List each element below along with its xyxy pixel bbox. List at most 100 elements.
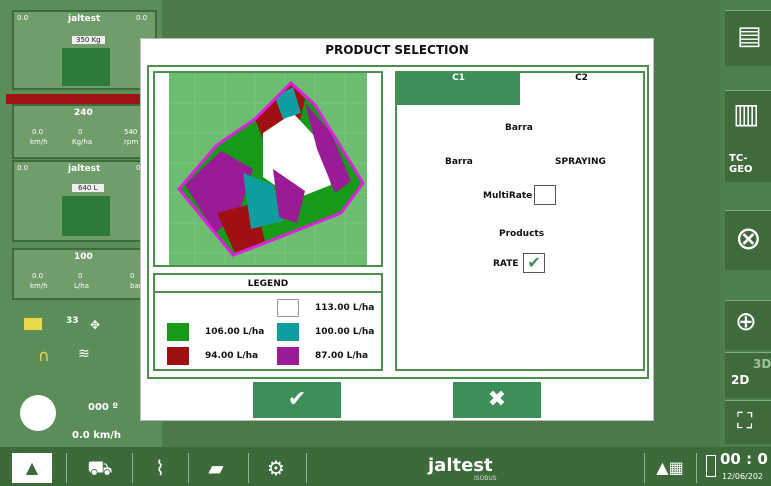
rate-label: RATE (493, 259, 519, 269)
brand-logo: jaltest (428, 455, 493, 476)
legend-swatch-green (167, 323, 189, 341)
joystick-button[interactable]: ⌇ (140, 453, 180, 483)
separator (66, 453, 67, 483)
separator (306, 453, 307, 483)
notes-button[interactable]: ▤ (725, 10, 771, 66)
legend-value: 100.00 L/ha (315, 327, 375, 337)
implement-icon: ⛟ (87, 456, 113, 480)
boom-label: Barra (445, 157, 473, 167)
rate-value: 0 (78, 272, 83, 280)
left-status-panel: 0.0 jaltest 0.0 350 Kg 240 0.0 0 540 km/… (0, 0, 162, 450)
rate-unit: Kg/ha (72, 138, 93, 146)
wifi-icon: ≋ (78, 346, 90, 362)
layout-icon: ▲▦ (656, 458, 684, 477)
rpm-value: 540 (124, 128, 138, 136)
separator (248, 453, 249, 483)
check-icon: ✔ (287, 387, 307, 412)
gauge-value: 240 (74, 108, 93, 118)
brand-sub: ISOBUS (474, 475, 497, 482)
recenter-icon: ⛶ (737, 409, 753, 434)
field-map-icon: ▥ (733, 97, 760, 130)
section-label: Barra (505, 123, 533, 133)
satellite-count: 33 (66, 316, 79, 326)
gauge-widget-2[interactable]: 100 0.0 0 0 km/h L/ha bar (12, 248, 157, 300)
heading-value: 000 º (88, 402, 118, 413)
hitch-icon: ∩ (38, 346, 50, 365)
spreader-widget[interactable]: 0.0 jaltest 0.0 350 Kg (12, 10, 157, 90)
legend-swatch-teal (277, 323, 299, 341)
battery-level-icon (706, 455, 716, 477)
zoom-in-icon: ⊕ (735, 307, 757, 337)
compass-icon (20, 395, 56, 431)
prescription-map (169, 73, 367, 265)
legend-swatch-white (277, 299, 299, 317)
section-config-panel: C1 C2 Barra Barra SPRAYING MultiRate Pro… (395, 71, 645, 371)
corner-value: 0.0 (17, 14, 29, 22)
multirate-checkbox[interactable] (534, 185, 556, 205)
checkmark-icon: ✔ (527, 253, 541, 272)
speed-unit: km/h (30, 282, 48, 290)
confirm-button[interactable]: ✔ (253, 382, 341, 418)
pressure-value: 0 (130, 272, 135, 280)
clock-time: 00 : 0 (720, 450, 768, 468)
steering-button[interactable]: ⊗ (725, 210, 771, 270)
recenter-button[interactable]: ⛶ (725, 400, 771, 444)
battery-icon (24, 318, 42, 330)
separator (132, 453, 133, 483)
speed-readout: 0.0 km/h (72, 430, 122, 441)
speed-value: 0.0 (32, 128, 44, 136)
implement-button[interactable]: ⛟ (80, 453, 120, 483)
tc-geo-label: TC-GEO (729, 153, 753, 175)
zoom-in-button[interactable]: ⊕ (725, 300, 771, 350)
view-mode-button[interactable]: 2D 3D (725, 352, 771, 398)
legend-panel: LEGEND 113.00 L/ha 106.00 L/ha 100.00 L/… (153, 273, 383, 371)
settings-button[interactable]: ⚙ (256, 453, 296, 483)
spread-band (6, 94, 156, 104)
dialog-title: PRODUCT SELECTION (325, 43, 469, 57)
bottom-bar: ▲ ⛟ ⌇ ▰ ⚙ jaltest ISOBUS ▲▦ 00 : 0 12/06… (0, 447, 771, 486)
sprayer-widget[interactable]: 0.0 jaltest 0.0 640 L (12, 160, 157, 242)
rate-checkbox[interactable]: ✔ (523, 253, 545, 273)
tank-level: 350 Kg (72, 36, 105, 44)
steering-wheel-icon: ⊗ (735, 219, 762, 257)
legend-swatch-purple (277, 347, 299, 365)
brand-label: jaltest (68, 14, 101, 24)
move-icon: ✥ (90, 318, 101, 332)
operation-label: SPRAYING (555, 157, 606, 167)
separator (644, 453, 645, 483)
mode-2d-label: 2D (731, 373, 750, 387)
legend-value: 94.00 L/ha (205, 351, 259, 361)
rpm-unit: rpm (124, 138, 139, 146)
gear-icon: ⚙ (267, 456, 285, 480)
tank-level: 640 L (72, 184, 104, 192)
layout-button[interactable]: ▲▦ (650, 453, 690, 483)
gauge-value: 100 (74, 252, 93, 262)
legend-value: 106.00 L/ha (205, 327, 265, 337)
clock-date: 12/06/202 (722, 472, 764, 481)
corner-value: 0.0 (136, 14, 148, 22)
legend-value: 113.00 L/ha (315, 303, 375, 313)
multirate-label: MultiRate (483, 191, 533, 201)
tc-geo-button[interactable]: ▥ TC-GEO (725, 90, 771, 182)
products-label: Products (499, 229, 545, 239)
dialog-content: LEGEND 113.00 L/ha 106.00 L/ha 100.00 L/… (147, 65, 649, 379)
speed-unit: km/h (30, 138, 48, 146)
sprayer-icon (62, 196, 110, 236)
tab-c1[interactable]: C1 (397, 73, 520, 105)
separator (696, 453, 697, 483)
legend-value: 87.00 L/ha (315, 351, 369, 361)
legend-swatch-red (167, 347, 189, 365)
gauge-widget-1[interactable]: 240 0.0 0 540 km/h Kg/ha rpm (12, 104, 157, 159)
cancel-button[interactable]: ✖ (453, 382, 541, 418)
mode-3d-label: 3D (753, 357, 771, 371)
corner-value: 0.0 (17, 164, 29, 172)
folder-button[interactable]: ▰ (196, 453, 236, 483)
field-map (153, 71, 383, 267)
map-view-button[interactable]: ▲ (12, 453, 52, 483)
speed-value: 0.0 (32, 272, 44, 280)
map-icon: ▲ (25, 458, 39, 477)
joystick-icon: ⌇ (155, 456, 165, 480)
tab-c2[interactable]: C2 (520, 73, 643, 105)
close-icon: ✖ (487, 387, 507, 412)
rate-value: 0 (78, 128, 83, 136)
